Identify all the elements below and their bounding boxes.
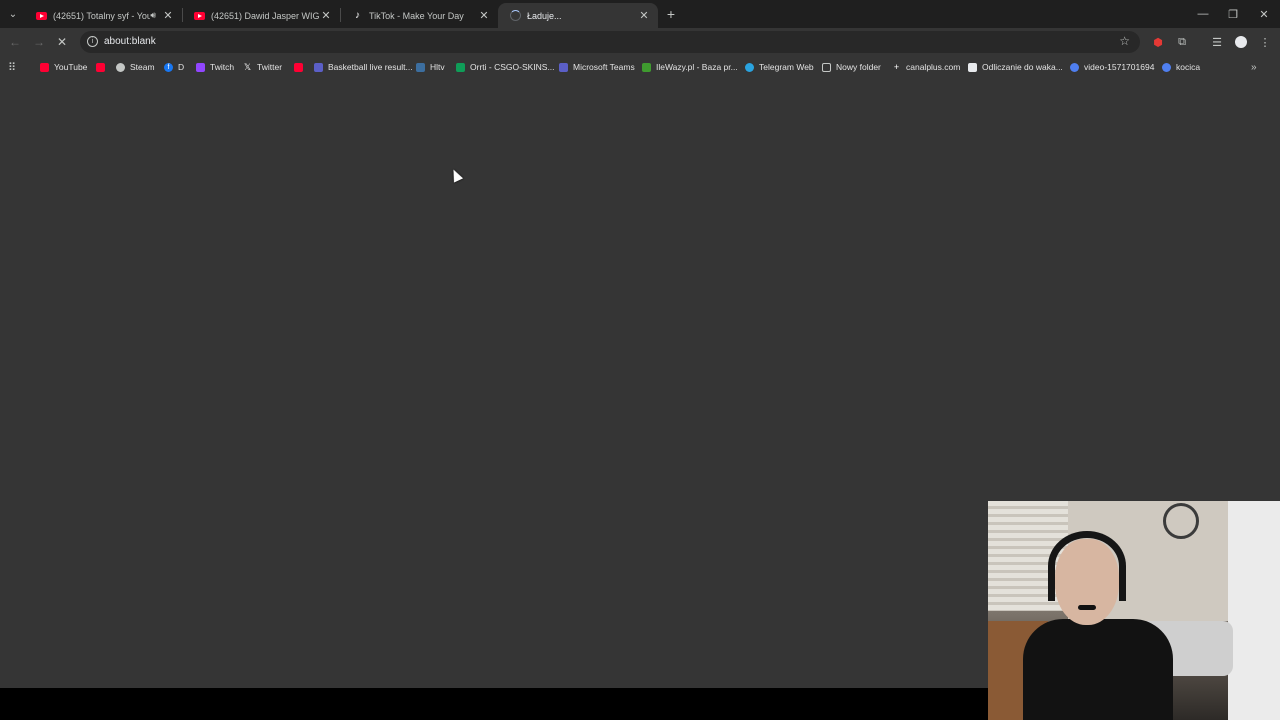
back-arrow-icon[interactable]: ← (7, 34, 23, 50)
bookmark-odliczanie[interactable]: Odliczanie do waka... (968, 60, 1063, 74)
youtube-icon (36, 10, 47, 21)
tab-youtube-totalny-syf[interactable]: (42651) Totalny syf - YouTube 🔊︎ ✕ (24, 3, 182, 28)
hltv-icon (416, 62, 425, 72)
bookmark-ilewazy[interactable]: IleWazy.pl - Baza pr... (642, 60, 738, 74)
profile-avatar-icon[interactable] (1234, 35, 1248, 49)
window-close-icon[interactable]: ✕ (1249, 5, 1279, 23)
bookmark-twitch[interactable]: Twitch (196, 60, 234, 74)
close-icon[interactable]: ✕ (478, 9, 490, 22)
close-icon[interactable]: ✕ (162, 9, 174, 22)
twitch-icon (196, 62, 205, 72)
wall-clock (1163, 503, 1199, 539)
bookmark-label: Steam (130, 62, 155, 72)
info-icon[interactable]: i (87, 36, 98, 47)
tab-search-chevron-icon[interactable]: ⌄ (4, 5, 22, 23)
page-icon (968, 62, 977, 72)
forward-arrow-icon[interactable]: → (31, 34, 47, 50)
extensions-puzzle-icon[interactable]: ⧉ (1175, 35, 1189, 49)
tab-title: (42651) Dawid Jasper WIGILIA LIVE (211, 10, 320, 21)
webcam-overlay (988, 501, 1280, 720)
tiktok-icon: ♪ (355, 10, 360, 21)
bookmark-label: YouTube (54, 62, 88, 72)
bookmark-twitter[interactable]: 𝕏 Twitter (243, 60, 282, 74)
tab-strip: ⌄ (42651) Totalny syf - YouTube 🔊︎ ✕ (42… (0, 0, 1280, 28)
new-tab-plus-icon[interactable]: + (662, 5, 680, 23)
folder-icon (822, 62, 831, 72)
tab-tiktok[interactable]: ♪ TikTok - Make Your Day ✕ (340, 3, 498, 28)
apps-grid-icon[interactable]: ⠿ (8, 60, 16, 74)
bookmark-label: Orrti - CSGO-SKINS... (470, 62, 555, 72)
bookmark-youtube[interactable]: YouTube (40, 60, 87, 74)
flashscore-icon (314, 62, 323, 72)
extension-icon[interactable]: ⬢ (1151, 35, 1165, 49)
bookmark-label: Nowy folder (836, 62, 881, 72)
bookmark-hltv[interactable]: Hltv (416, 60, 445, 74)
bookmark-label: video-1571701694 (1084, 62, 1155, 72)
microphone (1078, 605, 1096, 610)
bookmarks-overflow-chevron-icon[interactable]: » (1251, 60, 1257, 74)
minimize-icon[interactable]: — (1188, 5, 1218, 23)
bookmark-steam[interactable]: Steam (116, 60, 155, 74)
bookmark-label: IleWazy.pl - Baza pr... (656, 62, 738, 72)
canalplus-icon: + (893, 62, 900, 72)
close-icon[interactable]: ✕ (638, 9, 650, 22)
bookmarks-bar: ⠿ YouTube Steam f D Twitch 𝕏 Twitter Bas… (0, 56, 1280, 78)
video-icon (1070, 62, 1079, 72)
bookmark-folder[interactable]: Nowy folder (822, 60, 881, 74)
teams-icon (559, 62, 568, 72)
bookmark-kocica[interactable]: kocica (1162, 60, 1200, 74)
media-controls-icon[interactable]: ☰ (1210, 35, 1224, 49)
youtube-icon (96, 62, 105, 72)
navigation-toolbar: ← → ✕ i about:blank ☆ ⬢ ⧉ ☰ ⋮ (0, 28, 1280, 56)
bookmark-facebook[interactable]: f D (164, 60, 184, 74)
restore-icon[interactable]: ❐ (1218, 5, 1248, 23)
youtube-icon (194, 10, 205, 21)
bookmark-youtube-2[interactable] (96, 60, 110, 74)
person-body (1023, 619, 1173, 720)
x-icon: 𝕏 (243, 61, 252, 72)
loading-spinner-icon (510, 10, 521, 21)
tab-title: (42651) Totalny syf - YouTube (53, 10, 151, 21)
facebook-icon: f (164, 62, 173, 72)
stop-loading-icon[interactable]: ✕ (54, 34, 70, 50)
tab-title: TikTok - Make Your Day (369, 10, 464, 21)
bookmark-canalplus[interactable]: + canalplus.com (892, 60, 960, 74)
bookmark-star-icon[interactable]: ☆ (1119, 34, 1130, 48)
url-text[interactable]: about:blank (104, 36, 156, 47)
bookmark-telegram[interactable]: Telegram Web (745, 60, 814, 74)
menu-kebab-icon[interactable]: ⋮ (1258, 35, 1272, 49)
tab-loading[interactable]: Ładuje... ✕ (498, 3, 658, 28)
bookmark-label: D (178, 62, 185, 72)
steam-icon (116, 62, 125, 72)
bookmark-label: Microsoft Teams (573, 62, 635, 72)
bookmark-label: kocica (1176, 62, 1201, 72)
video-icon (1162, 62, 1171, 72)
bookmark-label: Odliczanie do waka... (982, 62, 1063, 72)
bookmark-label: Twitch (210, 62, 235, 72)
bookmark-label: Telegram Web (759, 62, 814, 72)
bookmark-teams[interactable]: Microsoft Teams (559, 60, 635, 74)
sheets-icon (456, 62, 465, 72)
bookmark-orrti[interactable]: Orrti - CSGO-SKINS... (456, 60, 555, 74)
ilewazy-icon (642, 62, 651, 72)
youtube-icon (294, 62, 303, 72)
bookmark-youtube-3[interactable] (294, 60, 308, 74)
close-icon[interactable]: ✕ (320, 9, 332, 22)
address-bar[interactable]: i about:blank ☆ (80, 31, 1140, 53)
bookmark-label: Twitter (257, 62, 283, 72)
cabinet (1228, 501, 1280, 720)
youtube-icon (40, 62, 49, 72)
tab-title: Ładuje... (527, 10, 562, 21)
bookmark-label: Basketball live result... (328, 62, 413, 72)
bookmark-basketball[interactable]: Basketball live result... (314, 60, 413, 74)
speaker-icon[interactable]: 🔊︎ (150, 10, 156, 21)
headset (1048, 531, 1126, 601)
telegram-icon (745, 62, 754, 72)
bookmark-label: canalplus.com (906, 62, 961, 72)
bookmark-video[interactable]: video-1571701694 (1070, 60, 1154, 74)
bookmark-label: Hltv (430, 62, 445, 72)
tab-youtube-dawid-jasper[interactable]: (42651) Dawid Jasper WIGILIA LIVE ✕ (182, 3, 340, 28)
